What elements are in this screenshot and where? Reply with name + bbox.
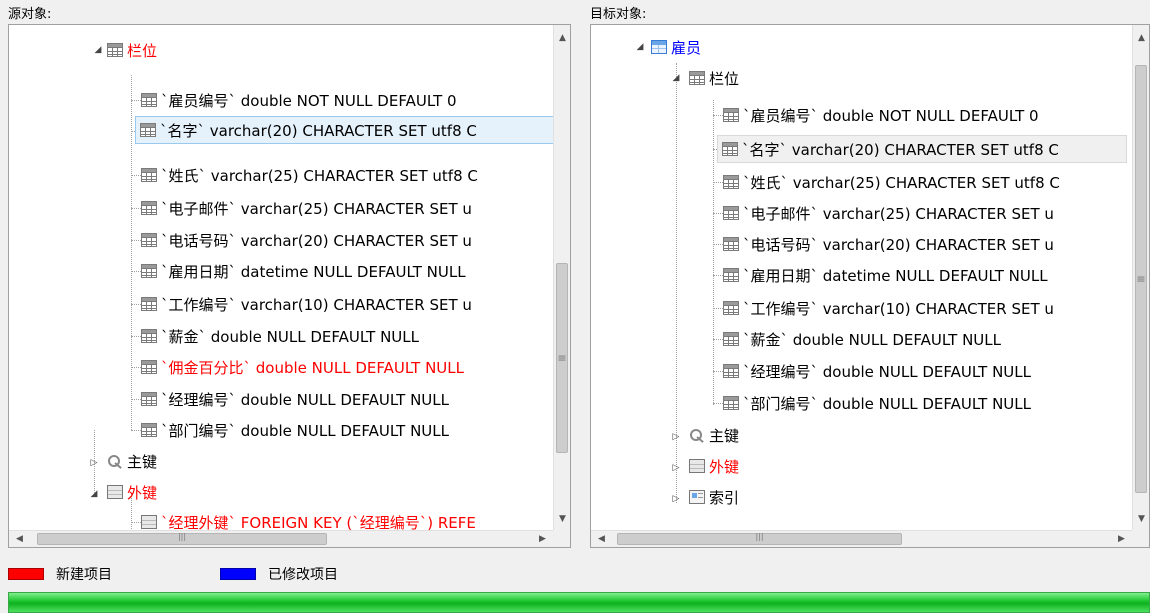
modified-item-swatch	[220, 568, 256, 580]
legend-new-item: 新建项目	[8, 564, 112, 584]
horizontal-scrollbar[interactable]: ◀ ▶	[9, 530, 553, 547]
expand-toggle-icon[interactable]: ▷	[671, 463, 681, 473]
tree-node-column[interactable]: `雇用日期` datetime NULL DEFAULT NULL	[141, 256, 466, 286]
tree-node-foreign-keys[interactable]: 外键	[107, 477, 157, 507]
tree-node-columns[interactable]: 栏位	[689, 63, 739, 93]
column-grid-icon	[689, 71, 705, 85]
column-grid-icon	[723, 108, 739, 122]
column-grid-icon	[722, 142, 738, 156]
column-grid-icon	[723, 175, 739, 189]
source-object-label: 源对象:	[8, 7, 52, 22]
column-grid-icon	[723, 332, 739, 346]
collapse-toggle-icon[interactable]: ◢	[93, 45, 103, 55]
tree-node-primary-key[interactable]: 主键	[689, 420, 739, 450]
tree-node-column[interactable]: `姓氏` varchar(25) CHARACTER SET utf8 C	[141, 160, 478, 190]
tree-node-columns[interactable]: 栏位	[107, 35, 157, 65]
tree-node-column[interactable]: `电子邮件` varchar(25) CHARACTER SET u	[723, 198, 1054, 228]
scroll-down-icon[interactable]: ▼	[1133, 514, 1149, 524]
tree-node-indexes[interactable]: 索引	[689, 482, 739, 512]
tree-node-column[interactable]: `部门编号` double NULL DEFAULT NULL	[723, 388, 1031, 418]
scrollbar-thumb[interactable]	[617, 532, 902, 545]
tree-node-column-selected[interactable]: `名字` varchar(20) CHARACTER SET utf8 C	[135, 116, 559, 144]
tree-node-column[interactable]: `姓氏` varchar(25) CHARACTER SET utf8 C	[723, 167, 1060, 197]
scroll-left-icon[interactable]: ◀	[11, 534, 28, 544]
column-grid-icon	[723, 301, 739, 315]
scroll-up-icon[interactable]: ▲	[554, 33, 570, 43]
scroll-right-icon[interactable]: ▶	[1113, 534, 1130, 544]
foreign-key-icon	[141, 515, 157, 529]
target-tree[interactable]: ◢ 雇员 ◢ 栏位 `雇员编号` double NOT NULL DEFAULT…	[590, 24, 1150, 548]
tree-node-foreign-keys[interactable]: 外键	[689, 451, 739, 481]
tree-node-column[interactable]: `雇员编号` double NOT NULL DEFAULT 0	[723, 100, 1039, 130]
tree-node-column[interactable]: `电话号码` varchar(20) CHARACTER SET u	[723, 229, 1054, 259]
new-item-swatch	[8, 568, 44, 580]
tree-node-column[interactable]: `电子邮件` varchar(25) CHARACTER SET u	[141, 193, 472, 223]
scroll-down-icon[interactable]: ▼	[554, 514, 570, 524]
column-grid-icon	[723, 396, 739, 410]
collapse-toggle-icon[interactable]: ◢	[635, 42, 645, 52]
tree-node-column[interactable]: `佣金百分比` double NULL DEFAULT NULL	[141, 352, 464, 382]
expand-toggle-icon[interactable]: ▷	[89, 458, 99, 468]
column-grid-icon	[141, 168, 157, 182]
vertical-scrollbar[interactable]: ▲ ▼	[553, 25, 570, 530]
collapse-toggle-icon[interactable]: ◢	[89, 489, 99, 499]
tree-node-column[interactable]: `电话号码` varchar(20) CHARACTER SET u	[141, 225, 472, 255]
tree-node-column[interactable]: `经理编号` double NULL DEFAULT NULL	[723, 356, 1031, 386]
column-grid-icon	[141, 297, 157, 311]
collapse-toggle-icon[interactable]: ◢	[671, 73, 681, 83]
tree-node-column[interactable]: `薪金` double NULL DEFAULT NULL	[141, 321, 419, 351]
column-grid-icon	[141, 93, 157, 107]
column-grid-icon	[141, 264, 157, 278]
index-icon	[689, 490, 705, 504]
horizontal-scrollbar[interactable]: ◀ ▶	[591, 530, 1132, 547]
tree-node-column[interactable]: `雇员编号` double NOT NULL DEFAULT 0	[141, 85, 457, 115]
column-grid-icon	[141, 233, 157, 247]
column-grid-icon	[723, 364, 739, 378]
column-grid-icon	[107, 43, 123, 57]
target-object-label: 目标对象:	[590, 7, 647, 22]
column-grid-icon	[140, 123, 156, 137]
tree-node-column[interactable]: `部门编号` double NULL DEFAULT NULL	[141, 415, 449, 445]
key-icon	[107, 454, 123, 468]
tree-node-primary-key[interactable]: 主键	[107, 446, 157, 476]
column-grid-icon	[723, 206, 739, 220]
tree-node-column[interactable]: `工作编号` varchar(10) CHARACTER SET u	[723, 293, 1054, 323]
scrollbar-thumb[interactable]	[37, 532, 327, 545]
tree-node-table[interactable]: 雇员	[651, 32, 701, 62]
key-icon	[689, 428, 705, 442]
source-tree[interactable]: ◢ 栏位 `雇员编号` double NOT NULL DEFAULT 0 `名…	[8, 24, 571, 548]
vertical-scrollbar[interactable]: ▲ ▼	[1132, 25, 1149, 530]
expand-toggle-icon[interactable]: ▷	[671, 432, 681, 442]
scroll-right-icon[interactable]: ▶	[534, 534, 551, 544]
foreign-key-icon	[689, 459, 705, 473]
scrollbar-thumb[interactable]	[556, 263, 568, 453]
tree-node-column[interactable]: `经理编号` double NULL DEFAULT NULL	[141, 384, 449, 414]
foreign-key-icon	[107, 485, 123, 499]
tree-node-column[interactable]: `工作编号` varchar(10) CHARACTER SET u	[141, 289, 472, 319]
column-grid-icon	[141, 360, 157, 374]
tree-node-column[interactable]: `雇用日期` datetime NULL DEFAULT NULL	[723, 260, 1048, 290]
scroll-up-icon[interactable]: ▲	[1133, 33, 1149, 43]
tree-node-column-selected[interactable]: `名字` varchar(20) CHARACTER SET utf8 C	[717, 135, 1127, 163]
scrollbar-thumb[interactable]	[1135, 65, 1147, 493]
expand-toggle-icon[interactable]: ▷	[671, 494, 681, 504]
column-grid-icon	[141, 392, 157, 406]
tree-node-column[interactable]: `薪金` double NULL DEFAULT NULL	[723, 324, 1001, 354]
table-icon	[651, 40, 667, 54]
column-grid-icon	[141, 329, 157, 343]
column-grid-icon	[141, 423, 157, 437]
column-grid-icon	[723, 237, 739, 251]
progress-bar	[8, 592, 1150, 613]
column-grid-icon	[723, 268, 739, 282]
scroll-left-icon[interactable]: ◀	[593, 534, 610, 544]
column-grid-icon	[141, 201, 157, 215]
legend-modified-item: 已修改项目	[220, 564, 338, 584]
